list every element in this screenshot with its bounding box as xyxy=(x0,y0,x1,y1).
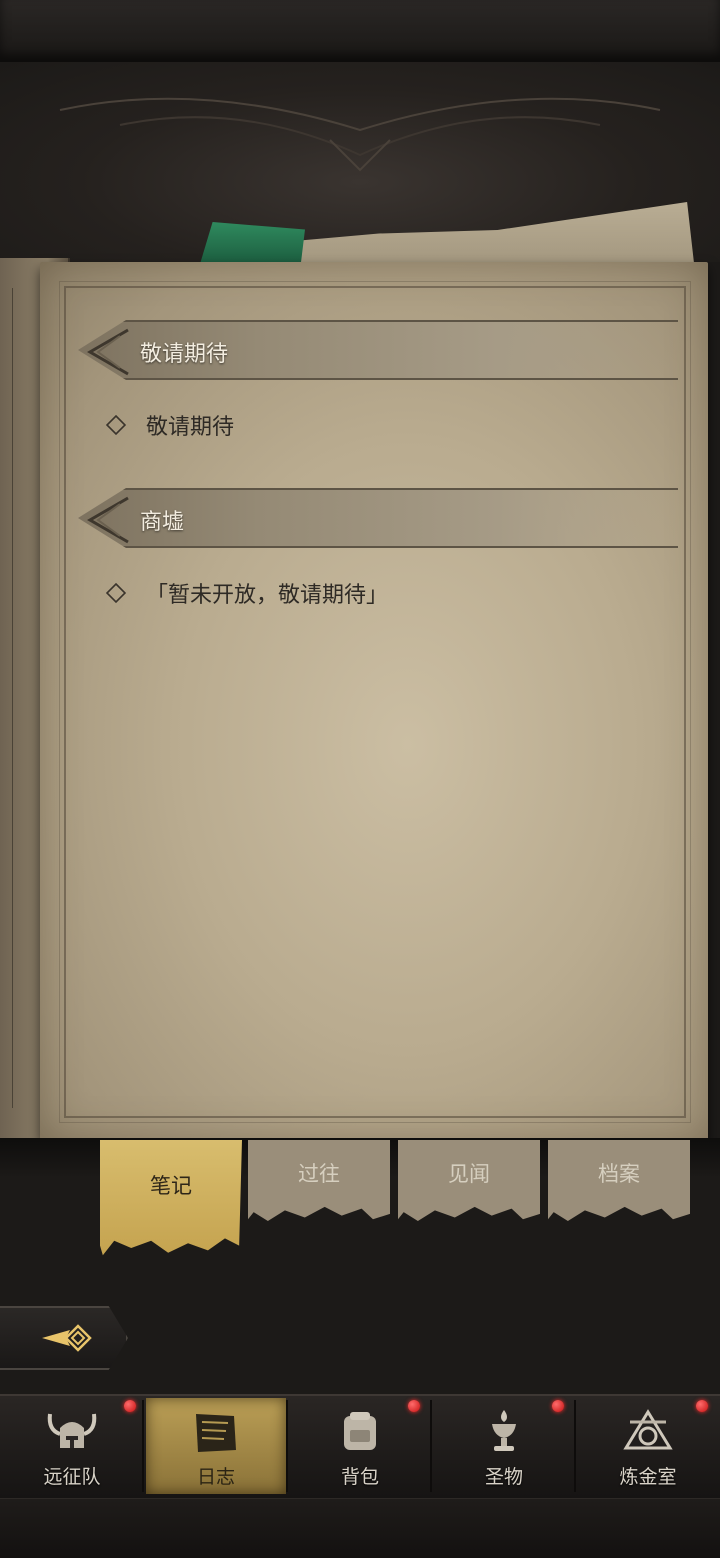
nav-expedition[interactable]: 远征队 xyxy=(2,1398,142,1494)
tab-past[interactable]: 过往 xyxy=(248,1140,390,1221)
bookmark-ribbon xyxy=(200,222,305,264)
nav-backpack[interactable]: 背包 xyxy=(290,1398,430,1494)
nav-divider xyxy=(286,1400,288,1492)
diamond-bullet-icon xyxy=(106,415,126,435)
backpack-icon xyxy=(344,1412,376,1450)
notification-badge xyxy=(124,1400,136,1412)
nav-label: 日志 xyxy=(196,1466,235,1488)
tab-label: 过往 xyxy=(298,1162,340,1186)
horned-helmet-icon xyxy=(47,1413,97,1448)
tab-label: 档案 xyxy=(598,1162,640,1186)
tab-label: 见闻 xyxy=(448,1162,490,1186)
tab-observations[interactable]: 见闻 xyxy=(398,1140,540,1221)
nav-journal[interactable]: 日志 xyxy=(146,1398,286,1494)
nav-alchemy[interactable]: 炼金室 xyxy=(578,1398,718,1494)
notification-badge xyxy=(408,1400,420,1412)
tab-notes[interactable]: 笔记 xyxy=(100,1140,242,1256)
diamond-bullet-icon xyxy=(106,583,126,603)
tab-label: 笔记 xyxy=(150,1174,192,1198)
top-bar xyxy=(0,0,720,62)
nav-label: 圣物 xyxy=(484,1466,523,1488)
bottom-frame xyxy=(0,1498,720,1558)
chalice-icon xyxy=(492,1410,516,1451)
arrow-diamond-icon xyxy=(42,1324,92,1352)
nav-label: 炼金室 xyxy=(619,1466,677,1488)
ornament-decoration xyxy=(59,97,661,172)
nav-label: 背包 xyxy=(340,1466,379,1488)
list-item[interactable]: 「暂未开放，敬请期待」 xyxy=(106,577,388,609)
entry-text: 「暂未开放，敬请期待」 xyxy=(146,583,389,608)
journal-book-icon xyxy=(196,1414,236,1452)
section-title: 敬请期待 xyxy=(140,342,229,367)
tab-archive[interactable]: 档案 xyxy=(548,1140,690,1221)
section-title: 商墟 xyxy=(140,510,185,535)
alchemy-icon xyxy=(623,1409,673,1450)
nav-divider xyxy=(574,1400,576,1492)
nav-label: 远征队 xyxy=(43,1466,101,1488)
nav-divider xyxy=(430,1400,432,1492)
nav-relics[interactable]: 圣物 xyxy=(434,1398,574,1494)
side-menu-toggle[interactable] xyxy=(0,1306,128,1370)
entry-text: 敬请期待 xyxy=(146,415,235,440)
list-item[interactable]: 敬请期待 xyxy=(106,409,234,441)
notification-badge xyxy=(552,1400,564,1412)
notification-badge xyxy=(696,1400,708,1412)
nav-divider xyxy=(142,1400,144,1492)
